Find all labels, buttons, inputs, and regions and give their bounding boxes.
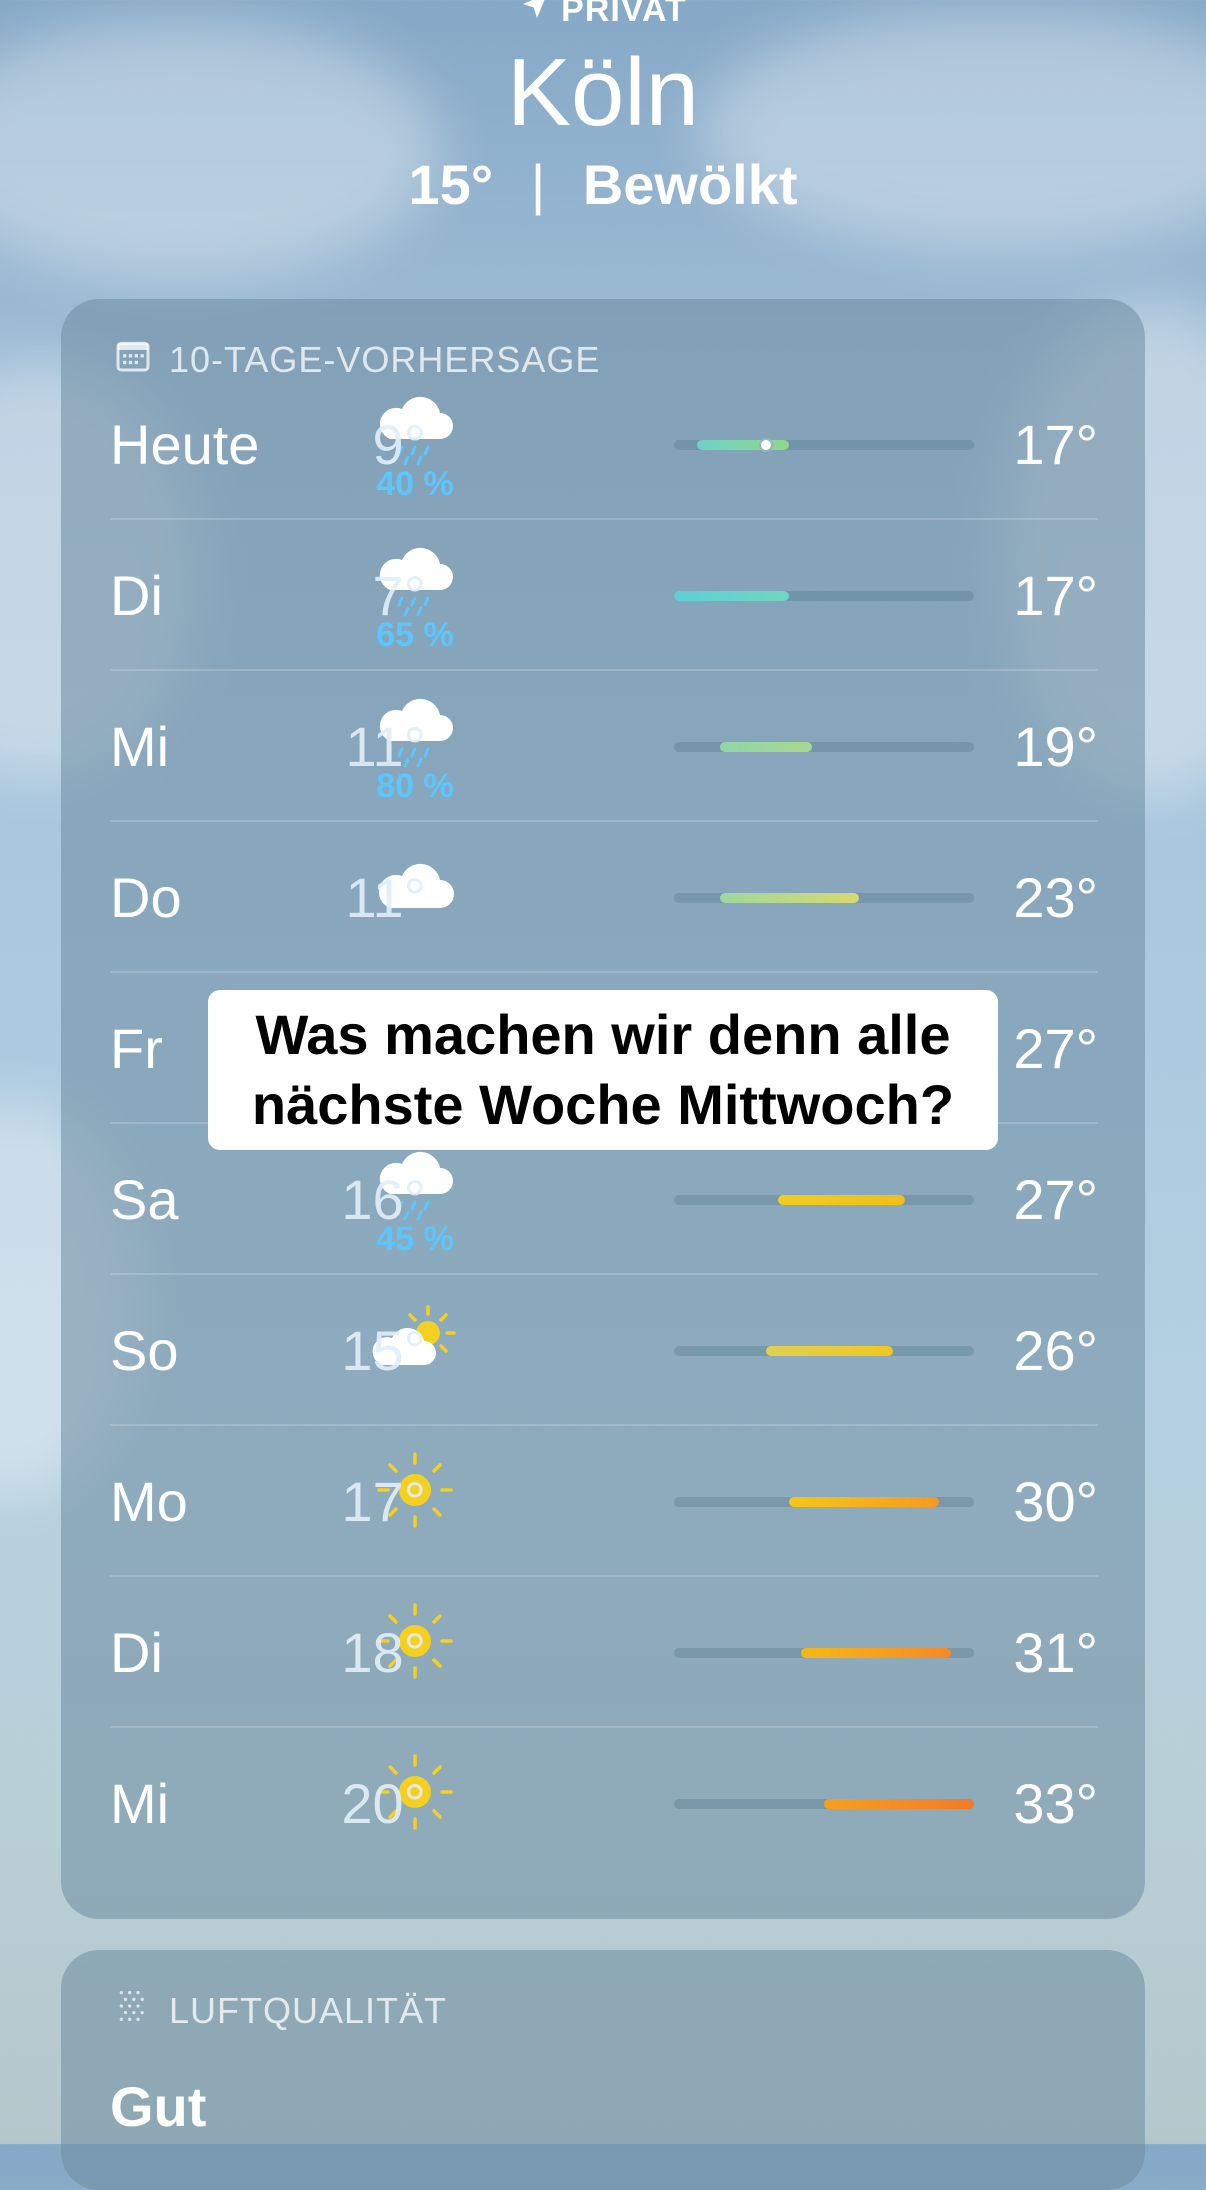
temp-range-fill xyxy=(824,1799,974,1809)
low-temp: 15° xyxy=(341,1319,426,1382)
forecast-day: Di xyxy=(110,1621,163,1684)
forecast-day: Mo xyxy=(110,1470,188,1533)
air-quality-card[interactable]: LUFTQUALITÄT Gut xyxy=(61,1950,1145,2190)
temp-range-fill xyxy=(720,893,859,903)
temp-range-fill xyxy=(766,1346,894,1356)
high-temp: 17° xyxy=(1013,564,1098,627)
temp-range-bar xyxy=(674,742,974,752)
low-temp: 7° xyxy=(372,564,426,627)
temp-range-bar xyxy=(674,1799,974,1809)
city-name: Köln xyxy=(506,39,700,146)
high-temp: 23° xyxy=(1013,866,1098,929)
low-temp: 20° xyxy=(341,1772,426,1835)
air-quality-title: LUFTQUALITÄT xyxy=(113,1986,447,2035)
forecast-row[interactable]: Mi 80 % 11° 19° xyxy=(110,671,1098,822)
high-temp: 19° xyxy=(1013,715,1098,778)
caption-overlay: Was machen wir denn alle nächste Woche M… xyxy=(208,990,998,1150)
high-temp: 17° xyxy=(1013,413,1098,476)
forecast-day: Fr xyxy=(110,1017,163,1080)
high-temp: 31° xyxy=(1013,1621,1098,1684)
temp-range-fill xyxy=(720,742,813,752)
temp-range-bar xyxy=(674,1648,974,1658)
temp-range-fill xyxy=(777,1195,905,1205)
temp-range-bar xyxy=(674,1195,974,1205)
current-condition: 15° | Bewölkt xyxy=(0,152,1206,217)
caption-line-1: Was machen wir denn alle xyxy=(255,1003,951,1066)
temp-range-fill xyxy=(789,1497,940,1507)
forecast-row[interactable]: Heute 40 % 9° 17° xyxy=(110,369,1098,520)
temp-range-bar xyxy=(674,438,974,452)
forecast-day: Di xyxy=(110,564,163,627)
forecast-day: Mi xyxy=(110,715,170,778)
forecast-day: Do xyxy=(110,866,182,929)
temp-range-bar xyxy=(674,1497,974,1507)
forecast-day: Heute xyxy=(110,413,260,476)
low-temp: 17° xyxy=(341,1470,426,1533)
temp-range-fill xyxy=(674,591,790,601)
high-temp: 27° xyxy=(1013,1017,1098,1080)
temp-range-fill xyxy=(800,1648,951,1658)
forecast-day: Mi xyxy=(110,1772,170,1835)
high-temp: 27° xyxy=(1013,1168,1098,1231)
forecast-day: Sa xyxy=(110,1168,179,1231)
forecast-day: So xyxy=(110,1319,179,1382)
forecast-row[interactable]: Mo 17° 30° xyxy=(110,1426,1098,1577)
high-temp: 26° xyxy=(1013,1319,1098,1382)
temp-range-bar xyxy=(674,1346,974,1356)
location-tag-label: PRIVAT xyxy=(561,0,687,29)
forecast-row[interactable]: So 15° 26° xyxy=(110,1275,1098,1426)
forecast-row[interactable]: Do 11° 23° xyxy=(110,822,1098,973)
forecast-row[interactable]: Di 18° 31° xyxy=(110,1577,1098,1728)
separator: | xyxy=(530,153,546,216)
caption-line-2: nächste Woche Mittwoch? xyxy=(251,1073,955,1136)
high-temp: 33° xyxy=(1013,1772,1098,1835)
temp-range-fill xyxy=(697,440,790,450)
air-quality-value: Gut xyxy=(110,2075,207,2138)
air-quality-icon xyxy=(113,1986,153,2035)
air-quality-title-label: LUFTQUALITÄT xyxy=(169,1989,448,2031)
condition-text: Bewölkt xyxy=(582,153,798,216)
forecast-row[interactable]: Di 65 % 7° 17° xyxy=(110,520,1098,671)
location-tag: PRIVAT xyxy=(0,0,1206,31)
low-temp: 11° xyxy=(345,715,426,778)
temp-range-bar xyxy=(674,591,974,601)
low-temp: 9° xyxy=(372,413,426,476)
current-temp: 15° xyxy=(408,153,494,216)
temp-range-bar xyxy=(674,893,974,903)
low-temp: 11° xyxy=(345,866,426,929)
high-temp: 30° xyxy=(1013,1470,1098,1533)
forecast-row[interactable]: Mi 20° 33° xyxy=(110,1728,1098,1879)
location-arrow-icon xyxy=(519,0,551,31)
low-temp: 18° xyxy=(341,1621,426,1684)
